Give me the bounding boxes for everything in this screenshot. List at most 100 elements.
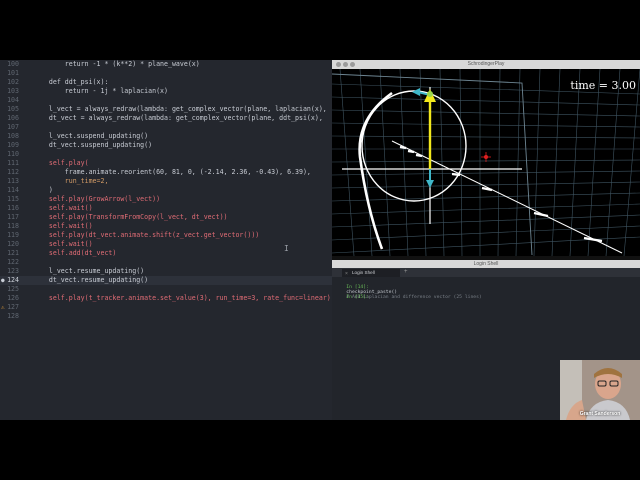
terminal-line: In [15]: <box>335 290 369 305</box>
webcam-overlay: Grant Sanderson <box>560 360 640 420</box>
code-text: dt_vect.resume_updating() <box>33 276 149 284</box>
scene-canvas[interactable] <box>332 69 640 256</box>
code-line-107[interactable]: 107 <box>0 123 332 132</box>
code-line-126[interactable]: 126 self.play(t_tracker.animate.set_valu… <box>0 294 332 303</box>
line-number: 127 <box>7 303 19 311</box>
top-letterbox <box>0 0 640 60</box>
line-number: 112 <box>7 168 19 176</box>
text-cursor-icon: I <box>284 244 289 253</box>
red-marker <box>481 152 491 162</box>
terminal-tab-label: Login Shell <box>352 270 375 275</box>
code-line-128[interactable]: 128 <box>0 312 332 321</box>
terminal-prompt: In [15]: <box>346 295 369 300</box>
code-text: return -1 * (k**2) * plane_wave(x) <box>33 60 200 68</box>
line-number: 125 <box>7 285 19 293</box>
code-line-118[interactable]: 118 self.wait() <box>0 222 332 231</box>
code-line-103[interactable]: 103 return - 1j * laplacian(x) <box>0 87 332 96</box>
code-text: def ddt_psi(x): <box>33 78 109 86</box>
code-text: self.wait() <box>33 222 93 230</box>
code-line-113[interactable]: 113 run_time=2, <box>0 177 332 186</box>
line-number: 102 <box>7 78 19 86</box>
line-number: 108 <box>7 132 19 140</box>
code-text: dt_vect.suspend_updating() <box>33 141 153 149</box>
line-number: 101 <box>7 69 19 77</box>
code-line-121[interactable]: 121 self.add(dt_vect) <box>0 249 332 258</box>
code-text: run_time=2, <box>33 177 109 185</box>
close-tab-icon[interactable]: × <box>345 270 348 278</box>
code-line-105[interactable]: 105 l_vect = always_redraw(lambda: get_c… <box>0 105 332 114</box>
code-line-115[interactable]: 115 self.play(GrowArrow(l_vect)) <box>0 195 332 204</box>
code-line-100[interactable]: 100 return -1 * (k**2) * plane_wave(x) <box>0 60 332 69</box>
terminal-tab[interactable]: × Login Shell <box>342 269 400 277</box>
line-number: 116 <box>7 204 19 212</box>
code-line-127[interactable]: ⚠ 127 <box>0 303 332 312</box>
dt-arrowhead-icon <box>412 88 420 96</box>
line-number: 115 <box>7 195 19 203</box>
line-number: 123 <box>7 267 19 275</box>
code-text: ) <box>33 186 53 194</box>
code-line-125[interactable]: 125 <box>0 285 332 294</box>
code-line-110[interactable]: 110 <box>0 150 332 159</box>
line-number: 118 <box>7 222 19 230</box>
code-line-109[interactable]: 109 dt_vect.suspend_updating() <box>0 141 332 150</box>
code-line-104[interactable]: 104 <box>0 96 332 105</box>
code-line-122[interactable]: 122 <box>0 258 332 267</box>
code-line-117[interactable]: 117 self.play(TransformFromCopy(l_vect, … <box>0 213 332 222</box>
code-line-112[interactable]: 112 frame.animate.reorient(60, 81, 0, (-… <box>0 168 332 177</box>
line-number: 128 <box>7 312 19 320</box>
line-number: 104 <box>7 96 19 104</box>
line-number: 121 <box>7 249 19 257</box>
line-number: 122 <box>7 258 19 266</box>
line-number: 114 <box>7 186 19 194</box>
time-label: time = 3.00 <box>570 79 636 92</box>
code-text: dt_vect = always_redraw(lambda: get_comp… <box>33 114 323 122</box>
line-number: 107 <box>7 123 19 131</box>
bottom-letterbox <box>0 420 640 480</box>
line-number: 106 <box>7 114 19 122</box>
line-number: 124 <box>7 276 19 284</box>
new-tab-icon[interactable]: + <box>404 268 408 277</box>
code-editor[interactable]: 100 return -1 * (k**2) * plane_wave(x) 1… <box>0 60 332 420</box>
state-point <box>427 91 433 97</box>
terminal-tab-bar: × Login Shell + <box>332 268 640 277</box>
code-text: self.wait() <box>33 240 93 248</box>
line-number: 109 <box>7 141 19 149</box>
depth-axis <box>391 140 623 254</box>
code-line-120[interactable]: 120 self.wait() <box>0 240 332 249</box>
code-text: self.play(GrowArrow(l_vect)) <box>33 195 161 203</box>
scene-window[interactable]: SchrodingerPlay time = 3.00 <box>332 60 640 256</box>
line-number: 103 <box>7 87 19 95</box>
code-line-119[interactable]: 119 self.play(dt_vect.animate.shift(z_ve… <box>0 231 332 240</box>
code-line-123[interactable]: 123 l_vect.resume_updating() <box>0 267 332 276</box>
code-text: l_vect.suspend_updating() <box>33 132 149 140</box>
code-line-102[interactable]: 102 def ddt_psi(x): <box>0 78 332 87</box>
code-line-116[interactable]: 116 self.wait() <box>0 204 332 213</box>
line-number: 110 <box>7 150 19 158</box>
scene-window-title: SchrodingerPlay <box>467 61 505 67</box>
code-line-101[interactable]: 101 <box>0 69 332 78</box>
line-number: 113 <box>7 177 19 185</box>
code-text: self.play(t_tracker.animate.set_value(3)… <box>33 294 331 302</box>
line-number: 100 <box>7 60 19 68</box>
code-line-111[interactable]: 111 self.play( <box>0 159 332 168</box>
code-line-124[interactable]: ● 124 dt_vect.resume_updating() <box>0 276 332 285</box>
line-number: 117 <box>7 213 19 221</box>
line-number: 126 <box>7 294 19 302</box>
code-text: frame.animate.reorient(60, 81, 0, (-2.14… <box>33 168 311 176</box>
line-number: 119 <box>7 231 19 239</box>
line-number: 105 <box>7 105 19 113</box>
code-text: self.play(TransformFromCopy(l_vect, dt_v… <box>33 213 228 221</box>
presenter-name: Grant Sanderson <box>579 411 621 417</box>
line-number: 120 <box>7 240 19 248</box>
code-line-114[interactable]: 114 ) <box>0 186 332 195</box>
line-number: 111 <box>7 159 19 167</box>
code-text: return - 1j * laplacian(x) <box>33 87 168 95</box>
code-line-106[interactable]: 106 dt_vect = always_redraw(lambda: get_… <box>0 114 332 123</box>
scene-titlebar[interactable]: SchrodingerPlay <box>332 60 640 69</box>
code-text: self.add(dt_vect) <box>33 249 117 257</box>
code-text: self.play(dt_vect.animate.shift(z_vect.g… <box>33 231 260 239</box>
code-line-108[interactable]: 108 l_vect.suspend_updating() <box>0 132 332 141</box>
terminal-title: Login Shell <box>332 260 640 268</box>
code-text: l_vect = always_redraw(lambda: get_compl… <box>33 105 327 113</box>
z-arrowhead-icon <box>426 180 434 188</box>
